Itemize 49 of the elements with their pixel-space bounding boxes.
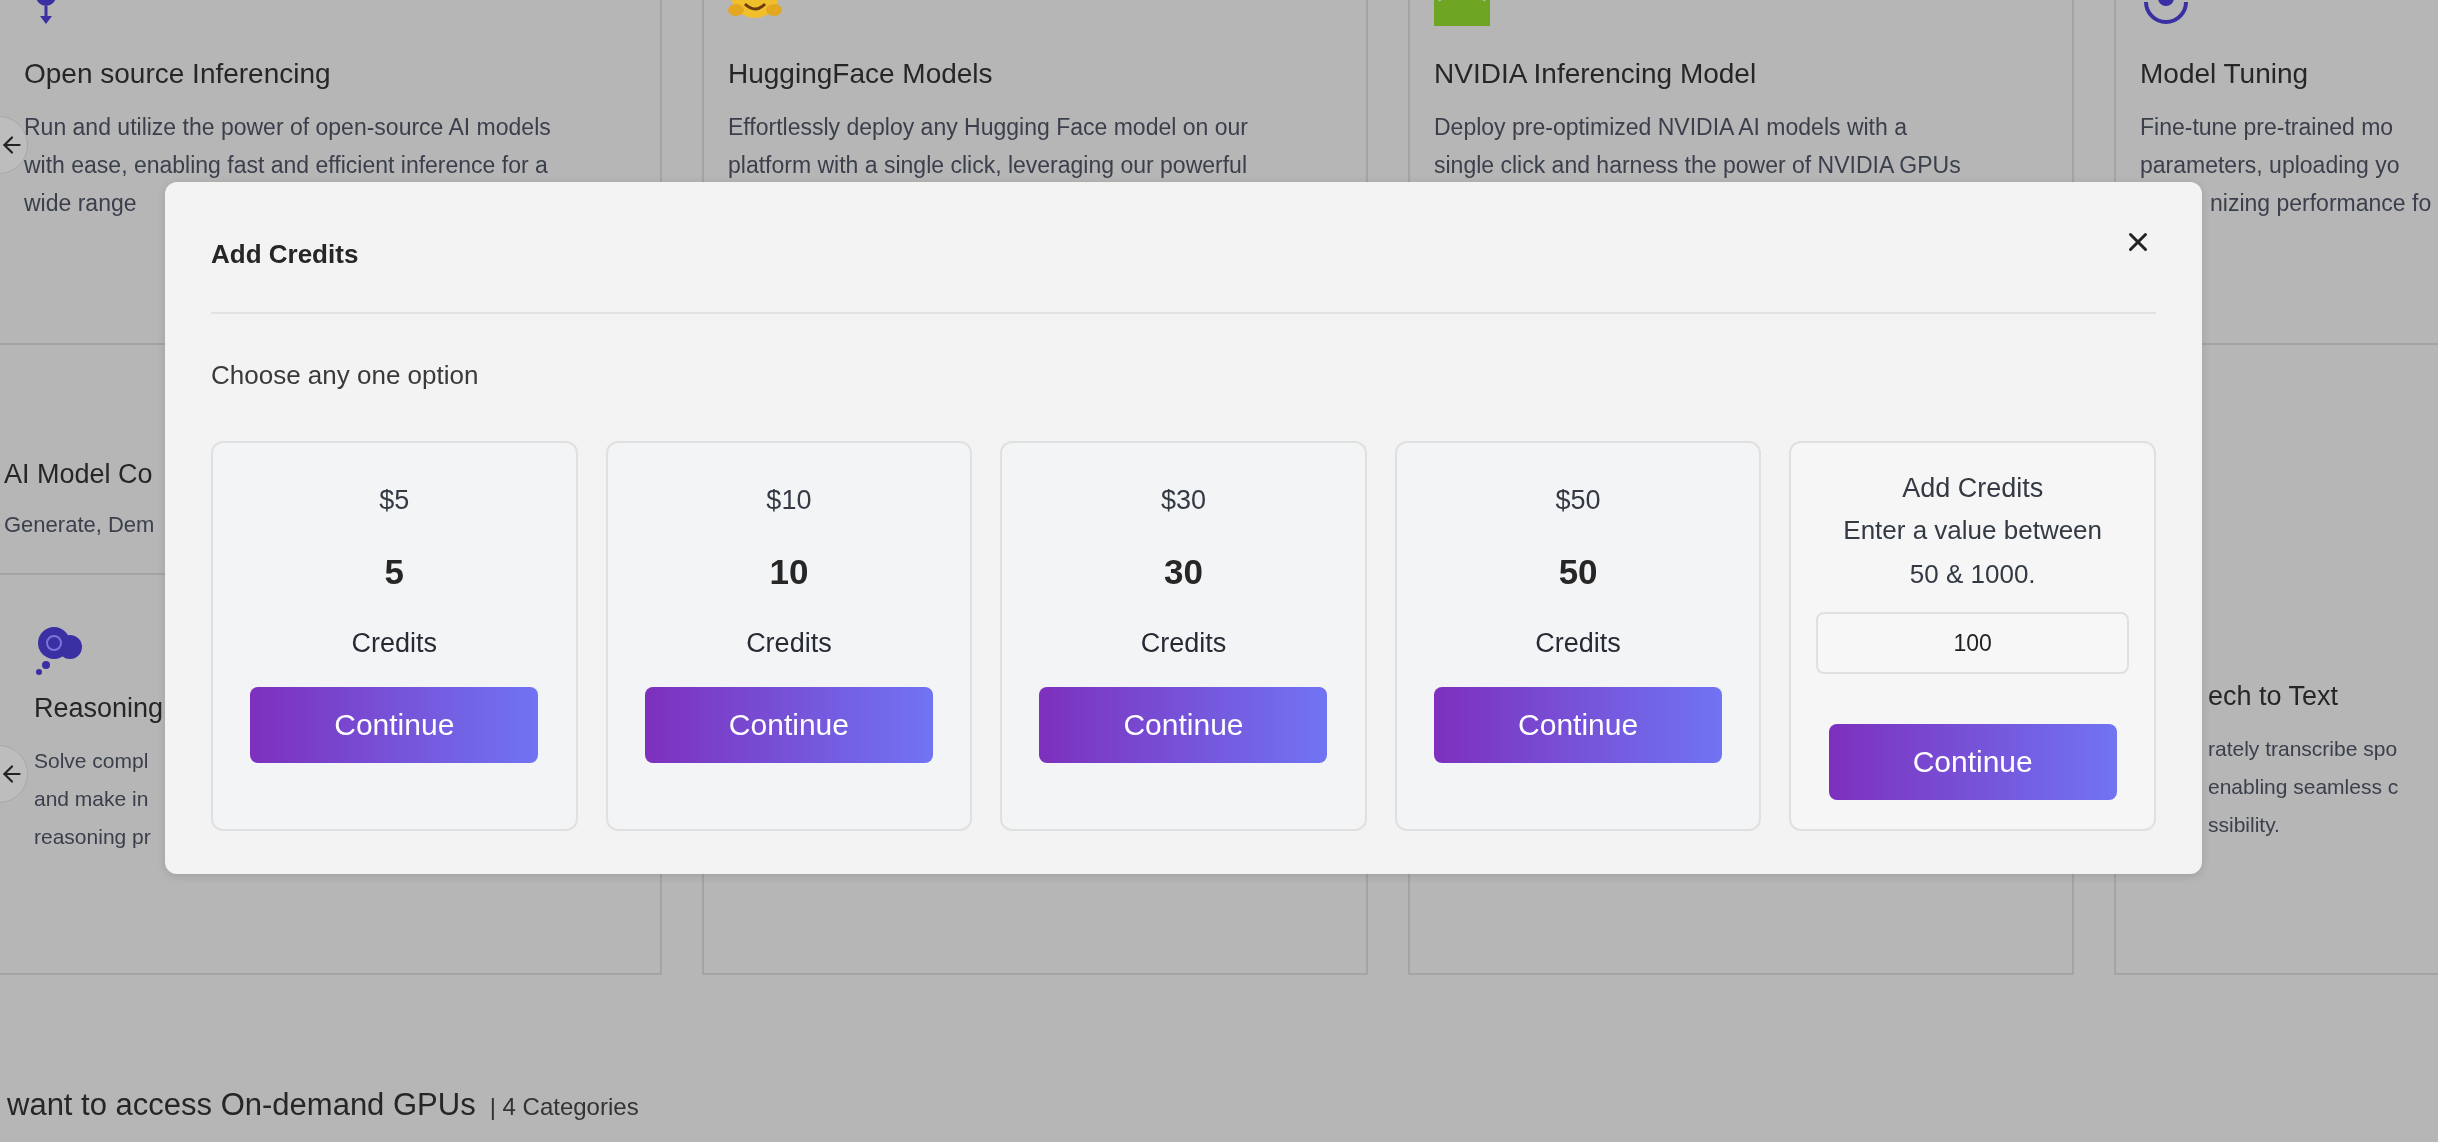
continue-button[interactable]: Continue [1828, 724, 2117, 800]
credit-amount-field[interactable]: 100 [1816, 612, 2130, 674]
card-description: enabling seamless c [2208, 774, 2399, 800]
credits-label: Credits [746, 628, 832, 659]
credits-label: Credits [351, 628, 438, 659]
value-hint: Enter a value between 50 & 1000. [1842, 514, 2104, 591]
card-description: Effortlessly deploy any Hugging Face model on our [728, 113, 1248, 142]
thought-gears-icon [34, 625, 84, 677]
card-title: NVIDIA Inferencing Model [1434, 58, 1757, 90]
card-description: Generate, Dem [4, 512, 155, 538]
credits-label: Credits [1140, 628, 1227, 659]
card-title: ech to Text [2208, 681, 2339, 712]
credit-amount: 5 [384, 552, 405, 592]
credit-amount: 30 [1164, 552, 1203, 592]
price-text: $10 [766, 485, 812, 516]
credit-amount: 10 [769, 552, 809, 592]
price-text: $5 [379, 485, 410, 516]
category-count: | 4 Categories [489, 1093, 639, 1121]
card-description: with ease, enabling fast and efficient inference for a [24, 151, 548, 180]
card-title: HuggingFace Models [728, 58, 993, 90]
continue-button[interactable]: Continue [644, 687, 933, 763]
continue-button[interactable]: Continue [1434, 687, 1723, 763]
card-description: parameters, uploading yo [2140, 151, 2400, 180]
card-description: wide range [24, 189, 137, 218]
card-title: AI Model Co [4, 459, 153, 490]
price-text: $50 [1555, 485, 1601, 516]
card-description: single click and harness the power of NVIDIA GPUs [1434, 151, 1961, 180]
card-title: Open source Inferencing [24, 58, 331, 90]
credits-label: Credits [1535, 628, 1621, 659]
card-description: reasoning pr [34, 824, 151, 850]
card-description: platform with a single click, leveraging our powerful [728, 151, 1248, 180]
card-title: Reasoning [34, 693, 164, 724]
dialog-subtitle: Choose any one option [211, 360, 480, 391]
price-text: $30 [1160, 485, 1206, 516]
card-description: ssibility. [2208, 812, 2280, 838]
card-description: Fine-tune pre-trained mo [2140, 113, 2394, 142]
card-description: nizing performance fo [2210, 189, 2432, 218]
dialog-title: Add Credits [211, 239, 359, 270]
credit-amount: 50 [1558, 552, 1598, 592]
continue-button[interactable]: Continue [250, 687, 539, 763]
continue-button[interactable]: Continue [1039, 687, 1328, 763]
card-title: Model Tuning [2140, 58, 2309, 90]
card-description: rately transcribe spo [2208, 736, 2398, 762]
section-heading: want to access On-demand GPUs [7, 1087, 476, 1123]
card-description: Run and utilize the power of open-source AI models [24, 113, 551, 142]
card-description: Solve compl [34, 748, 149, 774]
custom-credit-title: Add Credits [1902, 473, 2044, 504]
card-description: and make in [34, 786, 149, 812]
card-description: Deploy pre-optimized NVIDIA AI models with a [1434, 113, 1907, 142]
